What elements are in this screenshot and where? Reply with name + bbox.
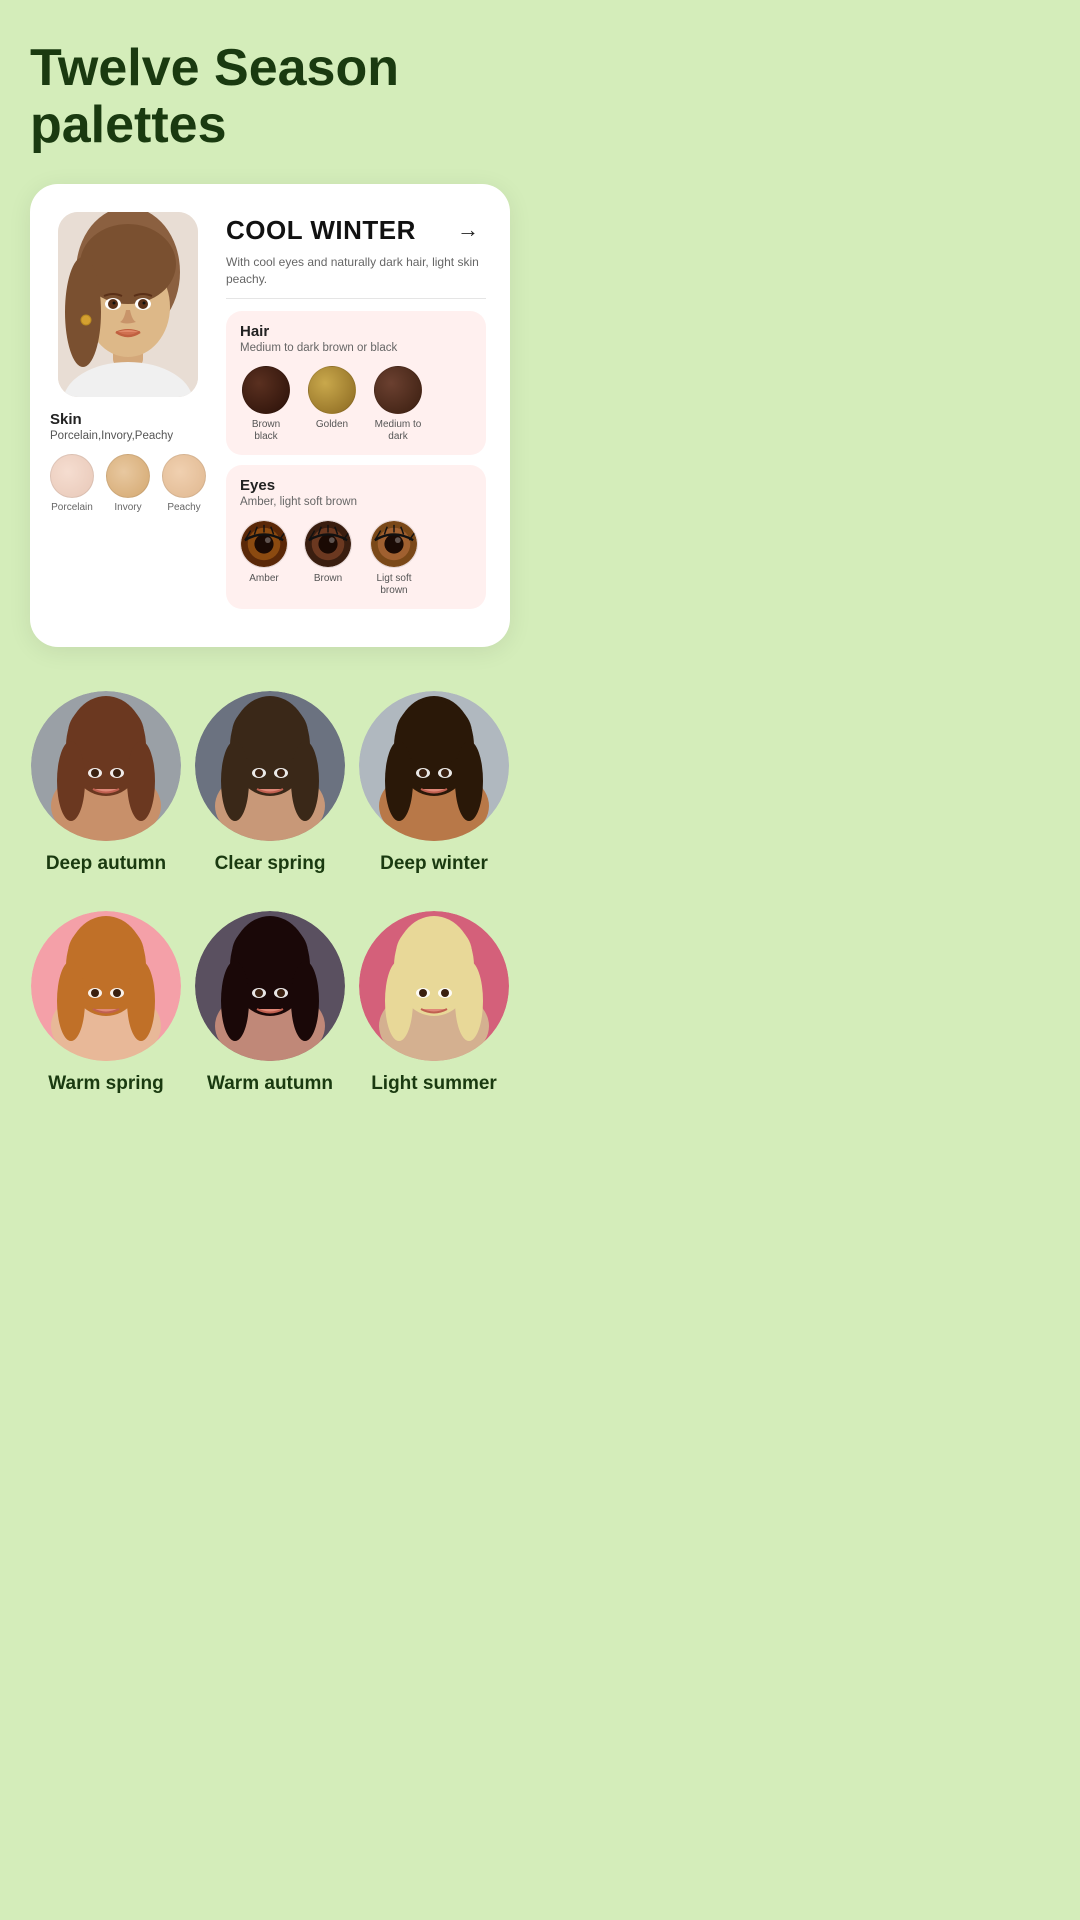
hair-swatch-item: Medium to dark [372,366,424,443]
portrait-image [58,212,198,397]
season-card: Skin Porcelain,Invory,Peachy Porcelain In… [30,184,510,647]
faces-row-1: Deep autumn Clear spring Deep winter [30,691,510,875]
face-circle [359,911,509,1061]
faces-row-2: Warm spring Warm autumn Light summer [30,911,510,1095]
season-desc: With cool eyes and naturally dark hair, … [226,254,486,288]
hair-swatch-circle [242,366,290,414]
face-label: Warm spring [48,1073,163,1095]
skin-swatch-label: Peachy [167,502,200,513]
season-arrow[interactable]: → [450,212,486,248]
face-circle [359,691,509,841]
eye-swatch-circle [304,520,352,568]
eyes-title: Eyes [240,477,472,494]
face-item[interactable]: Warm autumn [194,911,346,1095]
eye-swatch-item: Ligt soft brown [368,520,420,597]
skin-swatch-circle [50,454,94,498]
hair-swatch-label: Golden [316,419,348,431]
eye-swatch-label: Ligt soft brown [368,573,420,597]
face-circle [31,691,181,841]
eyes-trait-box: Eyes Amber, light soft brown Amber Brown [226,465,486,609]
skin-swatch-item: Peachy [162,454,206,513]
skin-swatch-circle [106,454,150,498]
card-right: COOL WINTER → With cool eyes and natural… [226,212,486,619]
eye-swatch-circle [370,520,418,568]
face-label: Deep autumn [46,853,166,875]
eye-swatch-circle [240,520,288,568]
hair-swatch-item: Brown black [240,366,292,443]
hair-title: Hair [240,323,472,340]
eye-swatch-item: Amber [240,520,288,597]
face-label: Deep winter [380,853,488,875]
hair-swatch-label: Medium to dark [372,419,424,443]
face-item[interactable]: Deep autumn [30,691,182,875]
face-circle [31,911,181,1061]
face-item[interactable]: Light summer [358,911,510,1095]
eye-swatch-label: Amber [249,573,278,585]
divider [226,298,486,299]
hair-swatch-item: Golden [308,366,356,443]
skin-subtitle: Porcelain,Invory,Peachy [50,430,173,442]
face-circle [195,691,345,841]
skin-swatch-item: Porcelain [50,454,94,513]
face-label: Light summer [371,1073,497,1095]
face-label: Warm autumn [207,1073,333,1095]
hair-swatches: Brown black Golden Medium to dark [240,366,472,443]
skin-swatches: Porcelain Invory Peachy [50,454,206,513]
hair-trait-box: Hair Medium to dark brown or black Brown… [226,311,486,455]
eyes-swatches: Amber Brown Ligt soft brown [240,520,472,597]
hair-swatch-label: Brown black [240,419,292,443]
skin-swatch-circle [162,454,206,498]
eyes-subtitle: Amber, light soft brown [240,496,472,508]
hair-subtitle: Medium to dark brown or black [240,342,472,354]
hair-swatch-circle [374,366,422,414]
eye-swatch-label: Brown [314,573,342,585]
face-item[interactable]: Clear spring [194,691,346,875]
card-left: Skin Porcelain,Invory,Peachy Porcelain In… [50,212,206,619]
skin-swatch-item: Invory [106,454,150,513]
hair-swatch-circle [308,366,356,414]
season-name: COOL WINTER [226,215,416,246]
face-item[interactable]: Warm spring [30,911,182,1095]
skin-swatch-label: Invory [114,502,141,513]
page-title: Twelve Season palettes [30,40,510,154]
skin-swatch-label: Porcelain [51,502,93,513]
eye-swatch-item: Brown [304,520,352,597]
face-label: Clear spring [215,853,326,875]
skin-title: Skin [50,411,82,428]
season-header: COOL WINTER → [226,212,486,248]
face-item[interactable]: Deep winter [358,691,510,875]
face-circle [195,911,345,1061]
